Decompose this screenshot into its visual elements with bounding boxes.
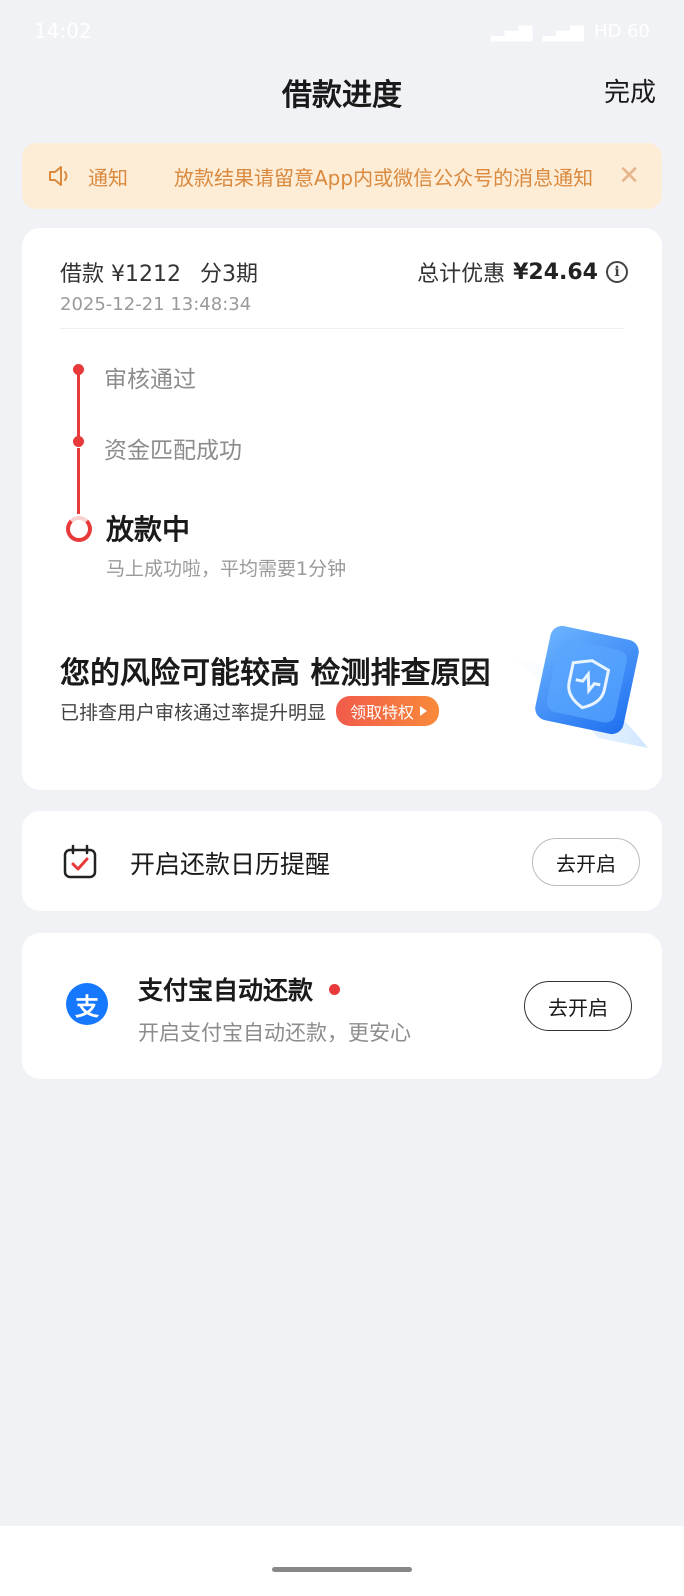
notice-bar: 通知 放款结果请留意App内或微信公众号的消息通知 ✕ (22, 143, 662, 209)
loan-summary: 借款 ¥1212 分3期 (60, 256, 270, 288)
discount-amount: ¥24.64 (513, 259, 598, 285)
timeline-dot (73, 436, 84, 447)
loan-date: 2025-12-21 13:48:34 (60, 294, 252, 315)
loan-installments: 分3期 (199, 262, 258, 287)
done-button[interactable]: 完成 (604, 72, 656, 109)
loan-amount: 借款 ¥1212 (60, 262, 181, 287)
step-label: 审核通过 (104, 367, 196, 393)
enable-alipay-button[interactable]: 去开启 (524, 981, 632, 1031)
status-indicator-text: HD 60 (593, 20, 650, 42)
alipay-autopay-card: 支 支付宝自动还款 开启支付宝自动还款，更安心 去开启 (22, 933, 662, 1079)
loan-progress-card: 借款 ¥1212 分3期 2025-12-21 13:48:34 总计优惠 ¥2… (22, 228, 662, 790)
risk-title[interactable]: 您的风险可能较高 检测排查原因 (60, 648, 490, 692)
close-icon[interactable]: ✕ (618, 161, 640, 191)
bottom-bar (0, 1526, 684, 1596)
risk-sub-text: 已排查用户审核通过率提升明显 (60, 701, 327, 724)
step-label: 资金匹配成功 (104, 438, 242, 464)
signal-icon-2: ▂▄▆ (542, 20, 584, 42)
triangle-right-icon (420, 706, 428, 716)
shield-icon (508, 625, 648, 748)
claim-privilege-button[interactable]: 领取特权 (336, 696, 440, 726)
timeline-dot (73, 364, 84, 375)
current-step-label: 放款中 (106, 513, 191, 546)
enable-calendar-button[interactable]: 去开启 (532, 838, 640, 886)
notice-text: 放款结果请留意App内或微信公众号的消息通知 (174, 165, 594, 190)
notice-label: 通知 (88, 165, 128, 190)
claim-privilege-label: 领取特权 (350, 703, 415, 722)
divider (60, 328, 624, 329)
new-badge-dot (329, 983, 341, 995)
calendar-reminder-card: 开启还款日历提醒 去开启 (22, 811, 662, 911)
home-indicator[interactable] (272, 1567, 412, 1572)
alipay-logo: 支 (66, 983, 108, 1025)
timeline-line (77, 374, 80, 442)
calendar-reminder-text: 开启还款日历提醒 (130, 850, 331, 879)
status-time: 14:02 (34, 19, 92, 43)
risk-sub: 已排查用户审核通过率提升明显 领取特权 (60, 696, 440, 726)
discount-label: 总计优惠 (417, 262, 506, 287)
status-bar: 14:02 ▂▄▆ ▂▄▆ HD 60 (0, 0, 684, 62)
loading-ring-icon (66, 516, 92, 542)
alipay-title-row: 支付宝自动还款 (138, 971, 341, 1007)
signal-icon: ▂▄▆ (490, 20, 533, 42)
alipay-sub: 开启支付宝自动还款，更安心 (138, 1021, 411, 1045)
speaker-icon (49, 166, 68, 186)
discount-summary[interactable]: 总计优惠 ¥24.64 i (417, 256, 628, 288)
alipay-title: 支付宝自动还款 (138, 976, 314, 1005)
status-indicators: ▂▄▆ ▂▄▆ HD 60 (491, 21, 650, 42)
info-icon[interactable]: i (606, 261, 628, 283)
calendar-icon (63, 844, 97, 879)
timeline-line (77, 448, 80, 514)
page-title: 借款进度 (282, 78, 402, 113)
current-step-sub: 马上成功啦，平均需要1分钟 (106, 558, 347, 580)
